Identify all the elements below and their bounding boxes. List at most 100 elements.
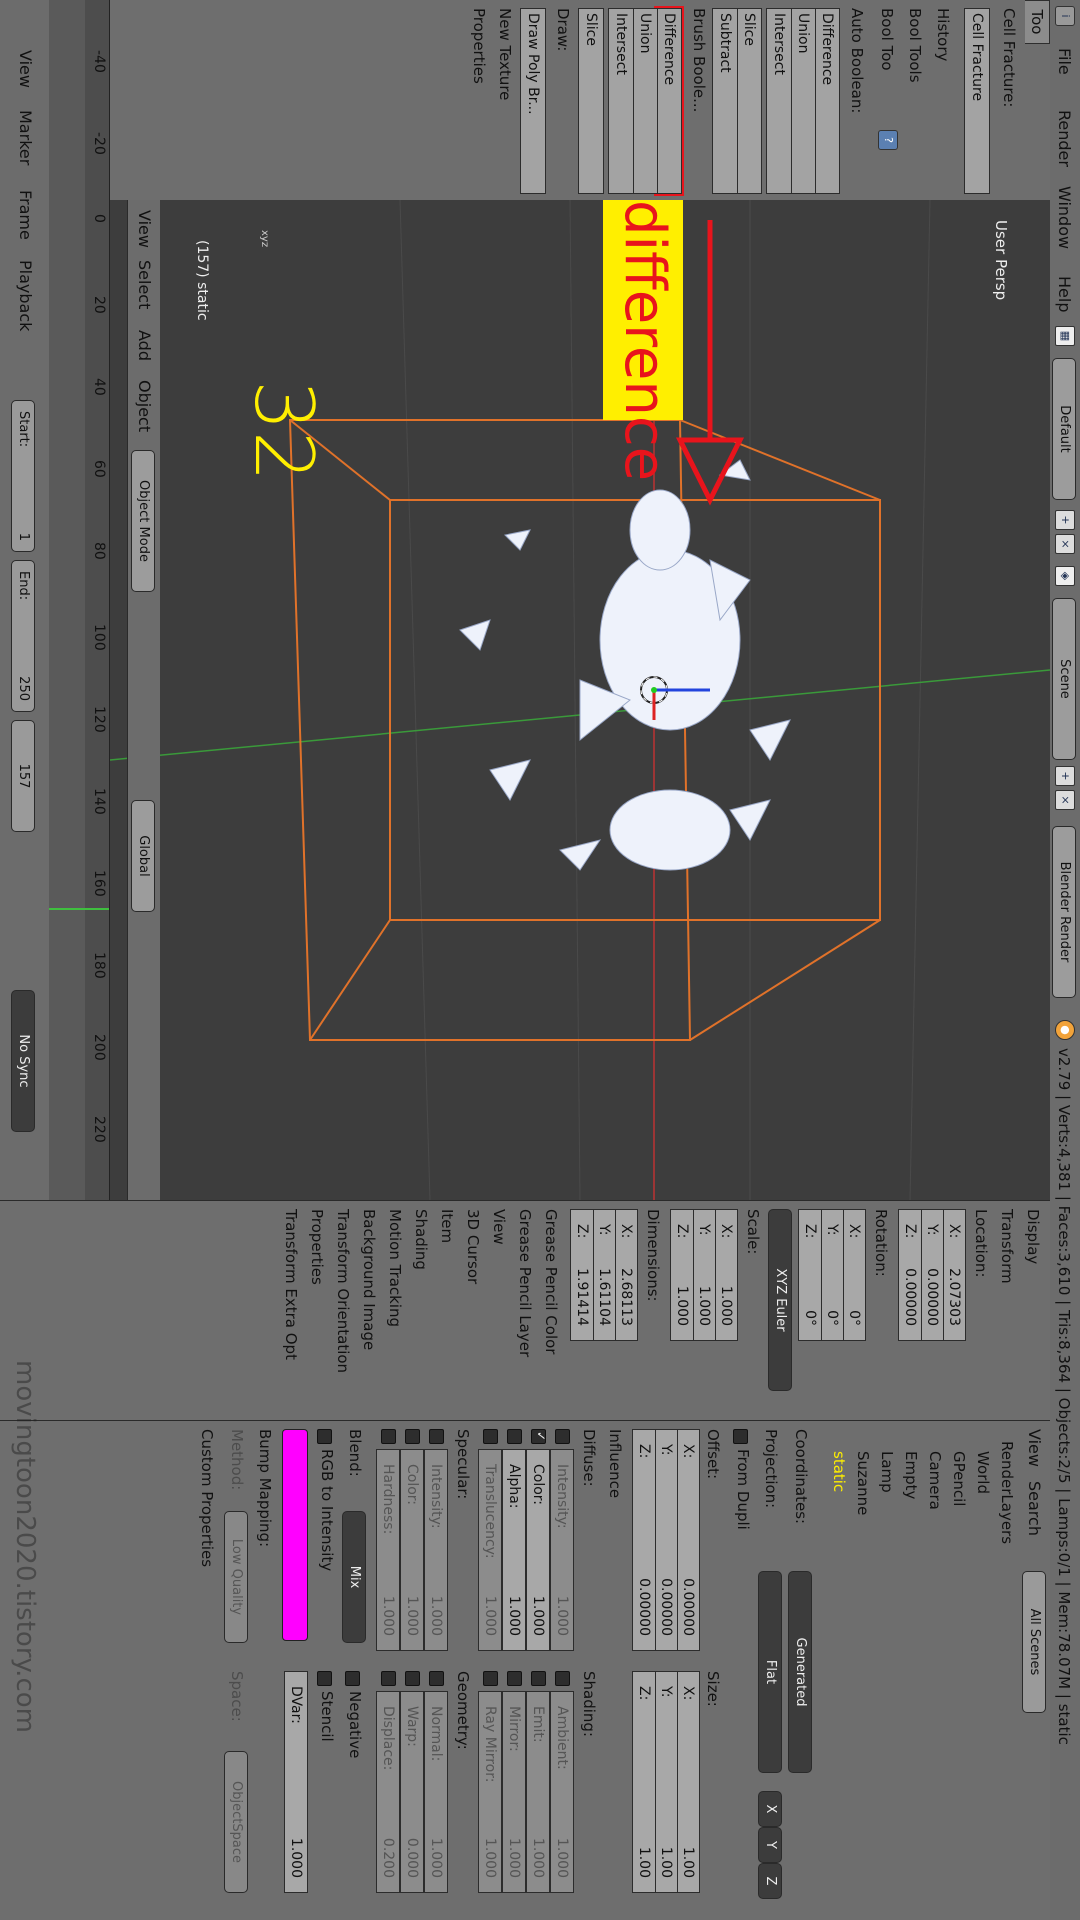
offset-x[interactable]: X: 0.00000 — [676, 1429, 700, 1651]
shading-mirror-checkbox[interactable] — [507, 1671, 522, 1686]
help-icon[interactable]: ? — [878, 130, 898, 150]
specular-hardness-checkbox[interactable] — [381, 1429, 396, 1444]
auto-subtract-button[interactable]: Subtract — [712, 8, 738, 194]
timeline-menu-playback[interactable]: Playback — [16, 260, 35, 331]
auto-slice-button[interactable]: Slice — [736, 8, 762, 194]
geometry-displace-field[interactable]: Displace: 0.200 — [376, 1691, 400, 1893]
diffuse-color-checkbox[interactable] — [531, 1429, 546, 1444]
motion-tracking-panel[interactable]: Motion Tracking — [386, 1209, 404, 1327]
end-frame-field[interactable]: End: 250 — [11, 560, 35, 712]
outliner-filter[interactable]: All Scenes — [1022, 1571, 1046, 1713]
display-panel[interactable]: Display — [1024, 1209, 1042, 1264]
properties-panel-n[interactable]: Properties — [308, 1209, 326, 1285]
scene-selector[interactable]: Scene — [1052, 598, 1076, 760]
orientation-selector[interactable]: Global — [131, 800, 155, 912]
viewport-menu-select[interactable]: Select — [135, 260, 154, 309]
method-selector[interactable]: Low Quality — [224, 1511, 248, 1643]
geometry-warp-field[interactable]: Warp: 0.000 — [400, 1691, 424, 1893]
size-z[interactable]: Z: 1.00 — [632, 1671, 656, 1893]
specular-color-checkbox[interactable] — [405, 1429, 420, 1444]
color-swatch[interactable] — [282, 1429, 308, 1641]
custom-properties-panel[interactable]: Custom Properties — [198, 1429, 216, 1567]
layout-icon[interactable]: ▦ — [1055, 326, 1075, 346]
mapping-x-button[interactable]: X — [758, 1791, 782, 1827]
space-selector[interactable]: ObjectSpace — [224, 1751, 248, 1893]
cell-fracture-button[interactable]: Cell Fracture — [964, 8, 990, 194]
auto-intersect-button[interactable]: Intersect — [766, 8, 792, 194]
shading-ray-mirror-field[interactable]: Ray Mirror: 1.000 — [478, 1691, 502, 1893]
brush-intersect-button[interactable]: Intersect — [608, 8, 634, 194]
shading-emit-field[interactable]: Emit: 1.000 — [526, 1691, 550, 1893]
location-z[interactable]: Z: 0.00000 — [898, 1209, 922, 1341]
diffuse-alpha-checkbox[interactable] — [507, 1429, 522, 1444]
diffuse-color-field[interactable]: Color: 1.000 — [526, 1449, 550, 1651]
mode-selector[interactable]: Object Mode — [131, 450, 155, 592]
editor-type-icon[interactable]: i — [1055, 6, 1075, 26]
scale-y[interactable]: Y: 1.000 — [692, 1209, 716, 1341]
outliner-row[interactable]: World — [974, 1451, 992, 1494]
geometry-warp-checkbox[interactable] — [405, 1671, 420, 1686]
diffuse-alpha-field[interactable]: Alpha: 1.000 — [502, 1449, 526, 1651]
auto-union-button[interactable]: Union — [790, 8, 816, 194]
outliner-row[interactable]: Empty — [902, 1451, 920, 1499]
shading-ambient-field[interactable]: Ambient: 1.000 — [550, 1691, 574, 1893]
add-scene-icon[interactable]: + — [1055, 766, 1075, 786]
timeline-menu-frame[interactable]: Frame — [16, 190, 35, 240]
from-dupli-checkbox[interactable] — [733, 1429, 748, 1444]
transform-orientation-panel[interactable]: Transform Orientation — [334, 1209, 352, 1373]
menu-render[interactable]: Render — [1055, 110, 1074, 167]
new-texture-panel[interactable]: New Texture — [496, 8, 514, 100]
scale-z[interactable]: Z: 1.000 — [670, 1209, 694, 1341]
scale-x[interactable]: X: 1.000 — [714, 1209, 738, 1341]
dvar-field[interactable]: DVar: 1.000 — [284, 1671, 308, 1893]
remove-scene-icon[interactable]: × — [1055, 790, 1075, 810]
outliner-row[interactable]: Camera — [926, 1451, 944, 1510]
size-y[interactable]: Y: 1.00 — [654, 1671, 678, 1893]
rotation-y[interactable]: Y: 0° — [820, 1209, 844, 1341]
shading-mirror-field[interactable]: Mirror: 1.000 — [502, 1691, 526, 1893]
view-panel[interactable]: View — [490, 1209, 508, 1245]
shading-emit-checkbox[interactable] — [531, 1671, 546, 1686]
remove-layout-icon[interactable]: × — [1055, 534, 1075, 554]
menu-help[interactable]: Help — [1055, 276, 1074, 312]
specular-intensity-field[interactable]: Intensity: 1.000 — [424, 1449, 448, 1651]
specular-hardness-field[interactable]: Hardness: 1.000 — [376, 1449, 400, 1651]
size-x[interactable]: X: 1.00 — [676, 1671, 700, 1893]
influence-panel[interactable]: Influence — [606, 1429, 624, 1498]
timeline-menu-view[interactable]: View — [16, 50, 35, 88]
rgb-to-intensity-checkbox[interactable] — [317, 1429, 332, 1444]
blend-selector[interactable]: Mix — [342, 1511, 366, 1643]
item-panel[interactable]: Item — [438, 1209, 456, 1243]
menu-window[interactable]: Window — [1055, 186, 1074, 249]
rotation-x[interactable]: X: 0° — [842, 1209, 866, 1341]
add-layout-icon[interactable]: + — [1055, 510, 1075, 530]
transform-extra-panel[interactable]: Transform Extra Opt — [282, 1209, 300, 1360]
current-frame-marker[interactable] — [49, 908, 109, 910]
diffuse-intensity-field[interactable]: Intensity: 1.000 — [550, 1449, 574, 1651]
grease-pencil-color-panel[interactable]: Grease Pencil Color — [542, 1209, 560, 1354]
menu-file[interactable]: File — [1055, 48, 1074, 75]
coordinates-selector[interactable]: Generated — [788, 1571, 812, 1773]
outliner-menu-search[interactable]: Search — [1025, 1481, 1044, 1536]
render-engine-selector[interactable]: Blender Render — [1052, 826, 1076, 998]
auto-difference-button[interactable]: Difference — [814, 8, 840, 194]
viewport-menu-add[interactable]: Add — [135, 330, 154, 361]
diffuse-translucency-field[interactable]: Translucency: 1.000 — [478, 1449, 502, 1651]
dimensions-x[interactable]: X: 2.68113 — [614, 1209, 638, 1341]
sync-selector[interactable]: No Sync — [11, 990, 35, 1132]
mapping-z-button[interactable]: Z — [758, 1863, 782, 1899]
negative-checkbox[interactable] — [345, 1671, 360, 1686]
brush-slice-button[interactable]: Slice — [578, 8, 604, 194]
offset-z[interactable]: Z: 0.00000 — [632, 1429, 656, 1651]
shading-ambient-checkbox[interactable] — [555, 1671, 570, 1686]
rotation-mode-selector[interactable]: XYZ Euler — [768, 1209, 792, 1391]
dimensions-z[interactable]: Z: 1.91414 — [570, 1209, 594, 1341]
scene-icon[interactable]: ◈ — [1055, 566, 1075, 586]
diffuse-intensity-checkbox[interactable] — [555, 1429, 570, 1444]
history-panel[interactable]: History — [934, 8, 952, 61]
draw-poly-brush-button[interactable]: Draw Poly Br... — [520, 8, 546, 194]
transform-panel[interactable]: Transform — [998, 1209, 1016, 1284]
outliner-row[interactable]: Suzanne — [854, 1451, 872, 1515]
offset-y[interactable]: Y: 0.00000 — [654, 1429, 678, 1651]
specular-color-field[interactable]: Color: 1.000 — [400, 1449, 424, 1651]
